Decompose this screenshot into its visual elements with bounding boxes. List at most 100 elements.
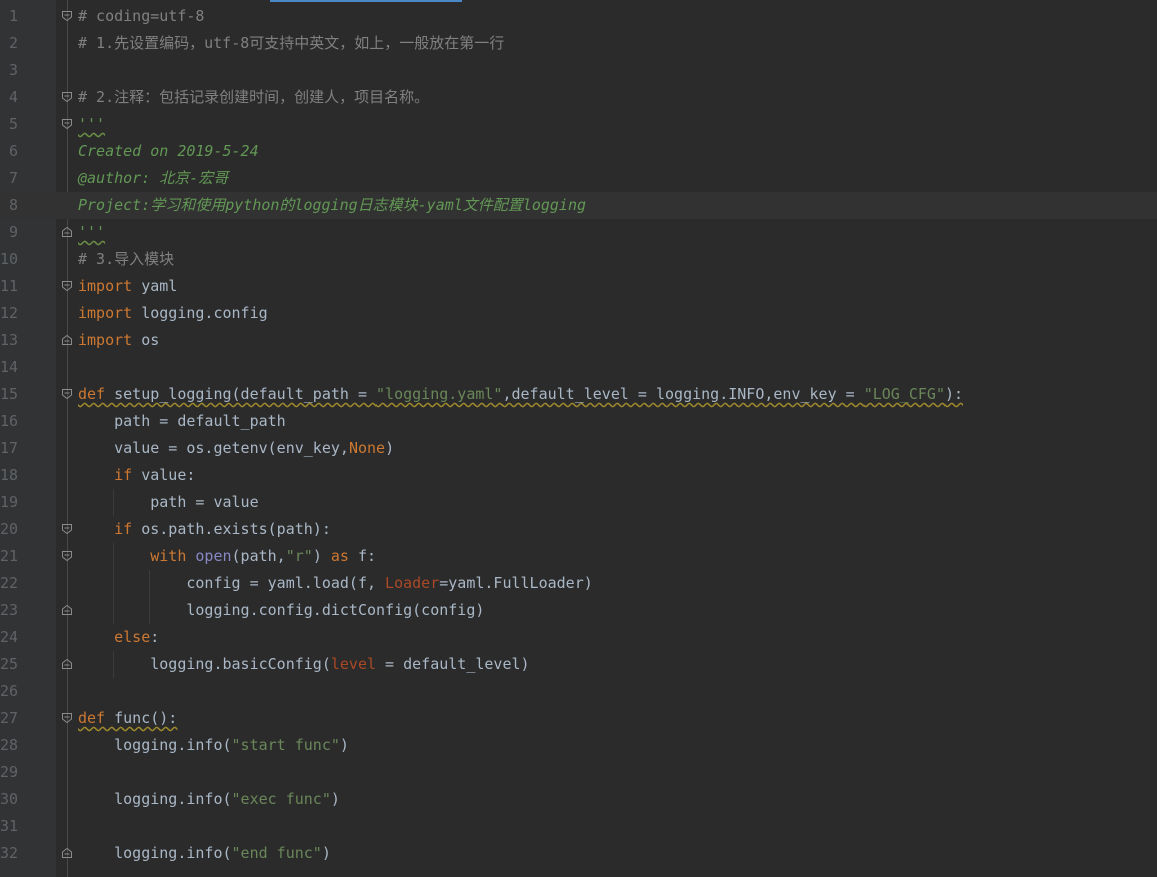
code-line[interactable]: 1 # coding=utf-8: [0, 3, 1157, 30]
code-line[interactable]: 21 with open(path,"r") as f:: [0, 543, 1157, 570]
line-number: 31: [0, 817, 19, 835]
code-line[interactable]: 15 def setup_logging(default_path = "logg…: [0, 381, 1157, 408]
line-number: 26: [0, 682, 19, 700]
fold-open-icon[interactable]: [61, 91, 73, 103]
line-number: 14: [0, 358, 19, 376]
code-line[interactable]: 6 Created on 2019-5-24: [0, 138, 1157, 165]
code-line[interactable]: 5 ''': [0, 111, 1157, 138]
fold-open-icon[interactable]: [61, 712, 73, 724]
line-number: 10: [0, 250, 19, 268]
line-number: 23: [0, 601, 19, 619]
code-line[interactable]: 28 logging.info("start func"): [0, 732, 1157, 759]
code-line[interactable]: 27 def func():: [0, 705, 1157, 732]
code-text[interactable]: else:: [78, 624, 159, 651]
code-text[interactable]: # 2.注释：包括记录创建时间，创建人，项目名称。: [78, 84, 429, 111]
fold-close-icon[interactable]: [61, 847, 73, 859]
fold-close-icon[interactable]: [61, 226, 73, 238]
fold-open-icon[interactable]: [61, 388, 73, 400]
line-number: 11: [0, 277, 19, 295]
code-line[interactable]: 2 # 1.先设置编码，utf-8可支持中英文，如上，一般放在第一行: [0, 30, 1157, 57]
code-line[interactable]: 8 Project:学习和使用python的logging日志模块-yaml文件配…: [0, 192, 1157, 219]
line-number: 32: [0, 844, 19, 862]
line-number: 3: [8, 61, 18, 79]
code-line[interactable]: 23 logging.config.dictConfig(config): [0, 597, 1157, 624]
line-number: 1: [8, 7, 18, 25]
line-number: 6: [8, 142, 18, 160]
line-number: 16: [0, 412, 19, 430]
code-text[interactable]: import logging.config: [78, 300, 268, 327]
code-line[interactable]: 32 logging.info("end func"): [0, 840, 1157, 867]
code-text[interactable]: # coding=utf-8: [78, 3, 204, 30]
code-text[interactable]: import os: [78, 327, 159, 354]
code-line[interactable]: 10 # 3.导入模块: [0, 246, 1157, 273]
active-tab-indicator: [270, 0, 462, 2]
code-line[interactable]: 14: [0, 354, 1157, 381]
code-text[interactable]: Project:学习和使用python的logging日志模块-yaml文件配置…: [78, 192, 586, 219]
fold-open-icon[interactable]: [61, 10, 73, 22]
code-text[interactable]: def setup_logging(default_path = "loggin…: [78, 381, 963, 408]
code-line[interactable]: 16 path = default_path: [0, 408, 1157, 435]
line-number: 17: [0, 439, 19, 457]
code-line[interactable]: 9 ''': [0, 219, 1157, 246]
line-number: 30: [0, 790, 19, 808]
line-number: 20: [0, 520, 19, 538]
line-number: 21: [0, 547, 19, 565]
code-text[interactable]: import yaml: [78, 273, 177, 300]
code-text[interactable]: # 1.先设置编码，utf-8可支持中英文，如上，一般放在第一行: [78, 30, 504, 57]
line-number: 2: [8, 34, 18, 52]
code-line[interactable]: 24 else:: [0, 624, 1157, 651]
fold-close-icon[interactable]: [61, 334, 73, 346]
code-line[interactable]: 12 import logging.config: [0, 300, 1157, 327]
code-text[interactable]: logging.config.dictConfig(config): [78, 597, 484, 624]
code-text[interactable]: if os.path.exists(path):: [78, 516, 331, 543]
fold-open-icon[interactable]: [61, 280, 73, 292]
code-line[interactable]: 4 # 2.注释：包括记录创建时间，创建人，项目名称。: [0, 84, 1157, 111]
code-text[interactable]: # 3.导入模块: [78, 246, 174, 273]
line-number: 29: [0, 763, 19, 781]
code-line[interactable]: 11 import yaml: [0, 273, 1157, 300]
code-text[interactable]: logging.info("end func"): [78, 840, 331, 867]
code-text[interactable]: ''': [78, 111, 105, 138]
code-text[interactable]: if value:: [78, 462, 195, 489]
code-line[interactable]: 17 value = os.getenv(env_key,None): [0, 435, 1157, 462]
code-text[interactable]: ''': [78, 219, 105, 246]
line-number: 15: [0, 385, 19, 403]
code-line[interactable]: 20 if os.path.exists(path):: [0, 516, 1157, 543]
code-line[interactable]: 13 import os: [0, 327, 1157, 354]
code-text[interactable]: config = yaml.load(f, Loader=yaml.FullLo…: [78, 570, 592, 597]
code-text[interactable]: path = default_path: [78, 408, 286, 435]
fold-close-icon[interactable]: [61, 658, 73, 670]
line-number: 25: [0, 655, 19, 673]
line-number: 18: [0, 466, 19, 484]
code-line[interactable]: 26: [0, 678, 1157, 705]
code-text[interactable]: def func():: [78, 705, 177, 732]
line-number: 5: [8, 115, 18, 133]
code-line[interactable]: 7 @author: 北京-宏哥: [0, 165, 1157, 192]
line-number: 12: [0, 304, 19, 322]
code-text[interactable]: with open(path,"r") as f:: [78, 543, 376, 570]
code-line[interactable]: 18 if value:: [0, 462, 1157, 489]
code-text[interactable]: logging.basicConfig(level = default_leve…: [78, 651, 529, 678]
code-editor[interactable]: 1 # coding=utf-8 2 # 1.先设置编码，utf-8可支持中英文，如上…: [0, 0, 1157, 877]
code-text[interactable]: path = value: [78, 489, 258, 516]
code-text[interactable]: Created on 2019-5-24: [78, 138, 259, 165]
code-text[interactable]: logging.info("exec func"): [78, 786, 340, 813]
code-text[interactable]: @author: 北京-宏哥: [78, 165, 228, 192]
fold-close-icon[interactable]: [61, 604, 73, 616]
line-number: 4: [8, 88, 18, 106]
code-line[interactable]: 29: [0, 759, 1157, 786]
line-number: 9: [8, 223, 18, 241]
line-number: 24: [0, 628, 19, 646]
fold-open-icon[interactable]: [61, 118, 73, 130]
line-number: 22: [0, 574, 19, 592]
code-line[interactable]: 30 logging.info("exec func"): [0, 786, 1157, 813]
fold-open-icon[interactable]: [61, 550, 73, 562]
code-line[interactable]: 19 path = value: [0, 489, 1157, 516]
code-line[interactable]: 31: [0, 813, 1157, 840]
code-line[interactable]: 22 config = yaml.load(f, Loader=yaml.Ful…: [0, 570, 1157, 597]
code-line[interactable]: 25 logging.basicConfig(level = default_l…: [0, 651, 1157, 678]
code-line[interactable]: 3: [0, 57, 1157, 84]
code-text[interactable]: logging.info("start func"): [78, 732, 349, 759]
code-text[interactable]: value = os.getenv(env_key,None): [78, 435, 394, 462]
fold-open-icon[interactable]: [61, 523, 73, 535]
